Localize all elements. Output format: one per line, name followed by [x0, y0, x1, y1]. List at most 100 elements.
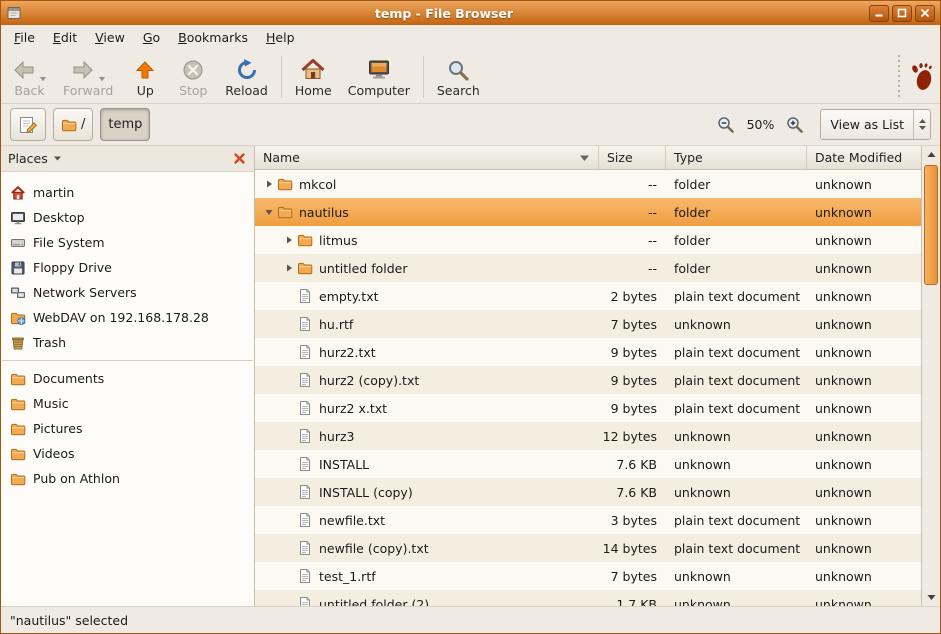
scrollbar-track[interactable]: [922, 163, 940, 589]
path-root-button[interactable]: /: [53, 108, 93, 141]
expander-collapsed-icon[interactable]: [280, 263, 297, 273]
file-row[interactable]: newfile.txt3 bytesplain text documentunk…: [255, 506, 921, 534]
scrollbar-thumb[interactable]: [924, 165, 938, 285]
sidebar-item-network-servers[interactable]: Network Servers: [1, 280, 254, 305]
file-type: folder: [666, 261, 807, 276]
sidebar-item-pub-on-athlon[interactable]: Pub on Athlon: [1, 466, 254, 491]
file-row[interactable]: hu.rtf7 bytesunknownunknown: [255, 310, 921, 338]
sidebar-item-pictures[interactable]: Pictures: [1, 416, 254, 441]
file-icon: [297, 400, 313, 416]
minimize-button[interactable]: [869, 5, 889, 22]
reload-button[interactable]: Reload: [217, 54, 276, 100]
file-name: untitled folder: [319, 260, 407, 276]
file-name: hu.rtf: [319, 316, 353, 332]
file-type: unknown: [666, 597, 807, 607]
list-column: Name Size Type Date Modified mkcol--fold…: [255, 146, 921, 606]
file-size: 2 bytes: [599, 289, 666, 304]
column-header-size[interactable]: Size: [599, 146, 666, 169]
menu-help[interactable]: Help: [257, 27, 304, 48]
file-row[interactable]: untitled folder--folderunknown: [255, 254, 921, 282]
computer-button[interactable]: Computer: [340, 54, 418, 100]
path-current-button[interactable]: temp: [100, 108, 150, 141]
file-name: test_1.rtf: [319, 568, 376, 584]
file-row[interactable]: untitled folder (2)1.7 KBunknownunknown: [255, 590, 921, 606]
file-row[interactable]: hurz2 x.txt9 bytesplain text documentunk…: [255, 394, 921, 422]
file-modified: unknown: [807, 373, 921, 388]
places-sidebar: Places martinDesktopFile SystemFloppy Dr…: [1, 146, 255, 606]
sidebar-items: martinDesktopFile SystemFloppy DriveNetw…: [1, 172, 254, 491]
toggle-location-entry-button[interactable]: [10, 108, 46, 141]
file-type: unknown: [666, 457, 807, 472]
up-button[interactable]: Up: [121, 54, 169, 100]
home-user-icon: [10, 185, 26, 201]
toolbar-drag-handle[interactable]: [895, 55, 903, 99]
scroll-up-icon[interactable]: [922, 146, 940, 163]
expander-collapsed-icon[interactable]: [260, 179, 277, 189]
sidebar-item-trash[interactable]: Trash: [1, 330, 254, 355]
vertical-scrollbar[interactable]: [921, 146, 940, 606]
file-row[interactable]: hurz312 bytesunknownunknown: [255, 422, 921, 450]
menu-bookmarks[interactable]: Bookmarks: [169, 27, 257, 48]
file-modified: unknown: [807, 261, 921, 276]
file-row[interactable]: nautilus--folderunknown: [255, 198, 921, 226]
column-header-date-modified[interactable]: Date Modified: [807, 146, 921, 169]
window-icon: [6, 5, 22, 21]
sidebar-item-floppy-drive[interactable]: Floppy Drive: [1, 255, 254, 280]
sidebar-item-videos[interactable]: Videos: [1, 441, 254, 466]
folder-icon: [10, 371, 26, 387]
maximize-button[interactable]: [892, 5, 912, 22]
file-row[interactable]: empty.txt2 bytesplain text documentunkno…: [255, 282, 921, 310]
column-header-type[interactable]: Type: [666, 146, 807, 169]
folder-icon: [297, 232, 313, 248]
file-row[interactable]: litmus--folderunknown: [255, 226, 921, 254]
menu-edit[interactable]: Edit: [44, 27, 86, 48]
menu-view[interactable]: View: [86, 27, 134, 48]
dropdown-arrow-icon: [98, 76, 106, 82]
folder-icon: [277, 176, 293, 192]
file-row[interactable]: hurz2.txt9 bytesplain text documentunkno…: [255, 338, 921, 366]
zoom-in-button[interactable]: [783, 113, 807, 137]
sidebar-item-martin[interactable]: martin: [1, 180, 254, 205]
menubar: FileEditViewGoBookmarksHelp: [1, 25, 940, 50]
close-button[interactable]: [915, 5, 935, 22]
expander-expanded-icon[interactable]: [260, 207, 277, 217]
column-header-name[interactable]: Name: [255, 146, 599, 169]
file-row[interactable]: hurz2 (copy).txt9 bytesplain text docume…: [255, 366, 921, 394]
file-row[interactable]: test_1.rtf7 bytesunknownunknown: [255, 562, 921, 590]
menu-go[interactable]: Go: [134, 27, 169, 48]
file-size: --: [599, 233, 666, 248]
file-type: plain text document: [666, 513, 807, 528]
file-size: 12 bytes: [599, 429, 666, 444]
home-button[interactable]: Home: [287, 54, 340, 100]
folder-icon: [10, 396, 26, 412]
sidebar-item-desktop[interactable]: Desktop: [1, 205, 254, 230]
view-as-dropdown[interactable]: View as List: [820, 109, 931, 140]
file-row[interactable]: newfile (copy).txt14 bytesplain text doc…: [255, 534, 921, 562]
file-name: hurz2.txt: [319, 344, 376, 360]
file-row[interactable]: INSTALL (copy)7.6 KBunknownunknown: [255, 478, 921, 506]
file-row[interactable]: mkcol--folderunknown: [255, 170, 921, 198]
edit-note-icon: [18, 115, 38, 135]
floppy-icon: [10, 260, 26, 276]
file-row[interactable]: INSTALL7.6 KBunknownunknown: [255, 450, 921, 478]
sidebar-item-webdav-on-192-168-178-28[interactable]: WebDAV on 192.168.178.28: [1, 305, 254, 330]
sidebar-item-music[interactable]: Music: [1, 391, 254, 416]
file-type: plain text document: [666, 373, 807, 388]
menu-file[interactable]: File: [5, 27, 44, 48]
zoom-out-button[interactable]: [714, 113, 738, 137]
forward-button: Forward: [55, 54, 121, 100]
scroll-down-icon[interactable]: [922, 589, 940, 606]
main-area: Places martinDesktopFile SystemFloppy Dr…: [1, 146, 940, 606]
sidebar-title[interactable]: Places: [8, 151, 48, 166]
sidebar-item-documents[interactable]: Documents: [1, 366, 254, 391]
search-button[interactable]: Search: [429, 54, 488, 100]
network-icon: [10, 285, 26, 301]
expander-collapsed-icon[interactable]: [280, 235, 297, 245]
status-text: "nautilus" selected: [10, 613, 128, 628]
sidebar-item-file-system[interactable]: File System: [1, 230, 254, 255]
list-header: Name Size Type Date Modified: [255, 146, 921, 170]
file-modified: unknown: [807, 401, 921, 416]
titlebar[interactable]: temp - File Browser: [1, 1, 940, 25]
sidebar-close-button[interactable]: [231, 151, 247, 167]
arrow-up-icon: [133, 58, 157, 82]
